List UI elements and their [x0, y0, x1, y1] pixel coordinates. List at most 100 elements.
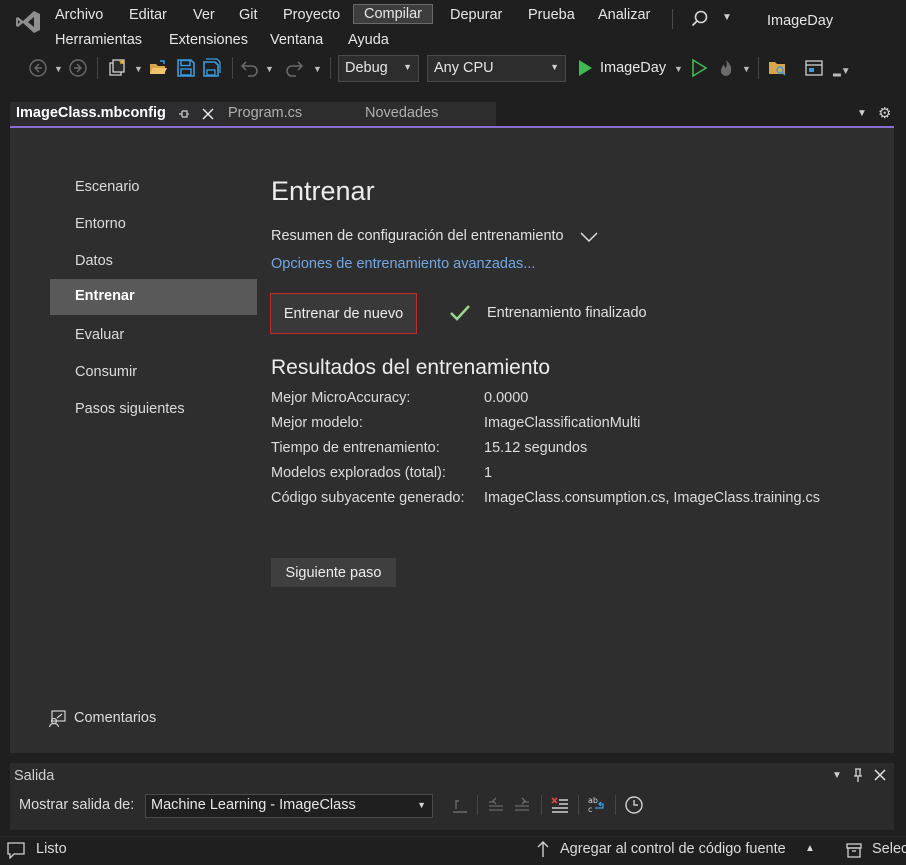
pin-icon[interactable] — [851, 767, 865, 783]
svg-text:ab: ab — [588, 796, 598, 805]
menu-ventana[interactable]: Ventana — [268, 30, 325, 50]
configuration-value: Debug — [345, 60, 388, 76]
tab-imageclass-mbconfig[interactable]: ImageClass.mbconfig — [10, 102, 224, 126]
menu-prueba[interactable]: Prueba — [526, 5, 577, 25]
solution-explorer-icon[interactable] — [767, 58, 787, 78]
toolbar-separator — [541, 795, 542, 815]
nav-item-escenario[interactable]: Escenario — [50, 170, 257, 206]
result-label: Tiempo de entrenamiento: — [271, 440, 440, 456]
tab-label: Novedades — [365, 105, 439, 121]
notification-icon[interactable] — [6, 841, 26, 859]
start-without-debugging-icon[interactable] — [689, 58, 709, 78]
back-dropdown-icon[interactable]: ▼ — [54, 64, 63, 74]
platform-select[interactable]: Any CPU ▼ — [427, 55, 566, 82]
output-source-select[interactable]: Machine Learning - ImageClass ▼ — [145, 794, 433, 818]
result-value: ImageClass.consumption.cs, ImageClass.tr… — [484, 490, 821, 506]
chevron-down-icon: ▼ — [403, 62, 412, 72]
result-value: 15.12 segundos — [484, 440, 588, 456]
nav-item-datos[interactable]: Datos — [50, 244, 257, 280]
feedback-link[interactable]: Comentarios — [74, 710, 156, 726]
menu-editar[interactable]: Editar — [127, 5, 169, 25]
toolbar-separator — [330, 57, 331, 79]
menu-git[interactable]: Git — [237, 5, 260, 25]
advanced-options-link[interactable]: Opciones de entrenamiento avanzadas... — [271, 256, 535, 272]
select-repository-button[interactable]: Selec — [872, 841, 906, 857]
chevron-down-icon[interactable] — [579, 230, 599, 244]
page-title: Entrenar — [271, 176, 375, 206]
next-step-button[interactable]: Siguiente paso — [271, 558, 396, 587]
solution-name: ImageDay — [767, 13, 834, 29]
output-title: Salida — [14, 768, 55, 784]
result-label: Mejor MicroAccuracy: — [271, 390, 411, 406]
clock-icon[interactable] — [624, 795, 644, 815]
pin-icon[interactable] — [178, 108, 190, 120]
result-label: Mejor modelo: — [271, 415, 363, 431]
training-summary-toggle[interactable]: Resumen de configuración del entrenamien… — [271, 228, 564, 244]
output-source-value: Machine Learning - ImageClass — [151, 797, 356, 813]
tab-novedades[interactable]: Novedades — [359, 102, 496, 126]
nav-item-consumir[interactable]: Consumir — [50, 355, 257, 391]
window-layout-icon[interactable] — [804, 58, 824, 78]
redo-dropdown-icon[interactable]: ▼ — [313, 64, 322, 74]
repository-icon[interactable] — [845, 841, 863, 859]
start-target-label[interactable]: ImageDay — [600, 60, 666, 76]
menu-ver[interactable]: Ver — [191, 5, 217, 25]
status-text: Listo — [36, 841, 67, 857]
redo-icon[interactable] — [284, 58, 304, 78]
hot-reload-dropdown-icon[interactable]: ▼ — [742, 64, 751, 74]
undo-icon[interactable] — [240, 58, 260, 78]
start-debugging-icon[interactable] — [575, 58, 595, 78]
feedback-icon[interactable] — [48, 710, 66, 728]
toolbar-separator — [578, 795, 579, 815]
search-icon[interactable] — [690, 9, 710, 29]
next-message-icon[interactable] — [512, 795, 532, 815]
menu-compilar[interactable]: Compilar — [353, 4, 434, 24]
model-builder-panel: Escenario Entorno Datos Entrenar Evaluar… — [10, 128, 894, 753]
tab-program-cs[interactable]: Program.cs — [222, 102, 359, 126]
toolbar-separator — [97, 57, 98, 79]
arrow-up-icon[interactable] — [536, 840, 550, 858]
find-message-icon[interactable] — [450, 795, 470, 815]
menu-depurar[interactable]: Depurar — [448, 5, 504, 25]
clear-all-icon[interactable] — [550, 795, 570, 815]
menu-ayuda[interactable]: Ayuda — [346, 30, 391, 50]
toolbar-separator — [758, 57, 759, 79]
undo-dropdown-icon[interactable]: ▼ — [265, 64, 274, 74]
word-wrap-icon[interactable]: ab c — [587, 795, 607, 815]
start-target-dropdown-icon[interactable]: ▼ — [674, 64, 683, 74]
menu-archivo[interactable]: Archivo — [53, 5, 105, 25]
open-folder-icon[interactable] — [148, 58, 168, 78]
menu-analizar[interactable]: Analizar — [596, 5, 652, 25]
nav-item-evaluar[interactable]: Evaluar — [50, 318, 257, 354]
chevron-up-icon[interactable]: ▲ — [805, 843, 815, 854]
hot-reload-icon[interactable] — [716, 58, 736, 78]
navigate-forward-icon[interactable] — [68, 58, 88, 78]
search-dropdown-icon[interactable]: ▼ — [722, 12, 732, 23]
chevron-down-icon: ▼ — [550, 62, 559, 72]
menu-extensiones[interactable]: Extensiones — [167, 30, 250, 50]
navigate-back-icon[interactable] — [28, 58, 48, 78]
nav-item-pasos-siguientes[interactable]: Pasos siguientes — [50, 392, 257, 428]
new-dropdown-icon[interactable]: ▼ — [134, 64, 143, 74]
new-project-icon[interactable] — [108, 58, 128, 78]
gear-icon[interactable]: ⚙ — [878, 104, 891, 122]
nav-item-entrenar[interactable]: Entrenar — [50, 279, 257, 315]
previous-message-icon[interactable] — [486, 795, 506, 815]
result-label: Modelos explorados (total): — [271, 465, 446, 481]
result-value: ImageClassificationMulti — [484, 415, 641, 431]
toolbar-overflow-icon[interactable]: ▂▼ — [833, 66, 851, 77]
configuration-select[interactable]: Debug ▼ — [338, 55, 419, 82]
retrain-button[interactable]: Entrenar de nuevo — [270, 293, 417, 334]
save-all-icon[interactable] — [202, 58, 222, 78]
close-icon[interactable] — [873, 767, 887, 783]
menu-proyecto[interactable]: Proyecto — [281, 5, 342, 25]
training-status: Entrenamiento finalizado — [487, 305, 647, 321]
nav-item-entorno[interactable]: Entorno — [50, 207, 257, 243]
close-icon[interactable] — [202, 108, 214, 120]
menu-herramientas[interactable]: Herramientas — [53, 30, 144, 50]
pane-options-dropdown-icon[interactable]: ▼ — [832, 770, 842, 781]
output-source-label: Mostrar salida de: — [19, 797, 135, 813]
tab-list-dropdown-icon[interactable]: ▼ — [857, 108, 867, 119]
save-icon[interactable] — [176, 58, 196, 78]
add-to-source-control-button[interactable]: Agregar al control de código fuente — [560, 841, 786, 857]
